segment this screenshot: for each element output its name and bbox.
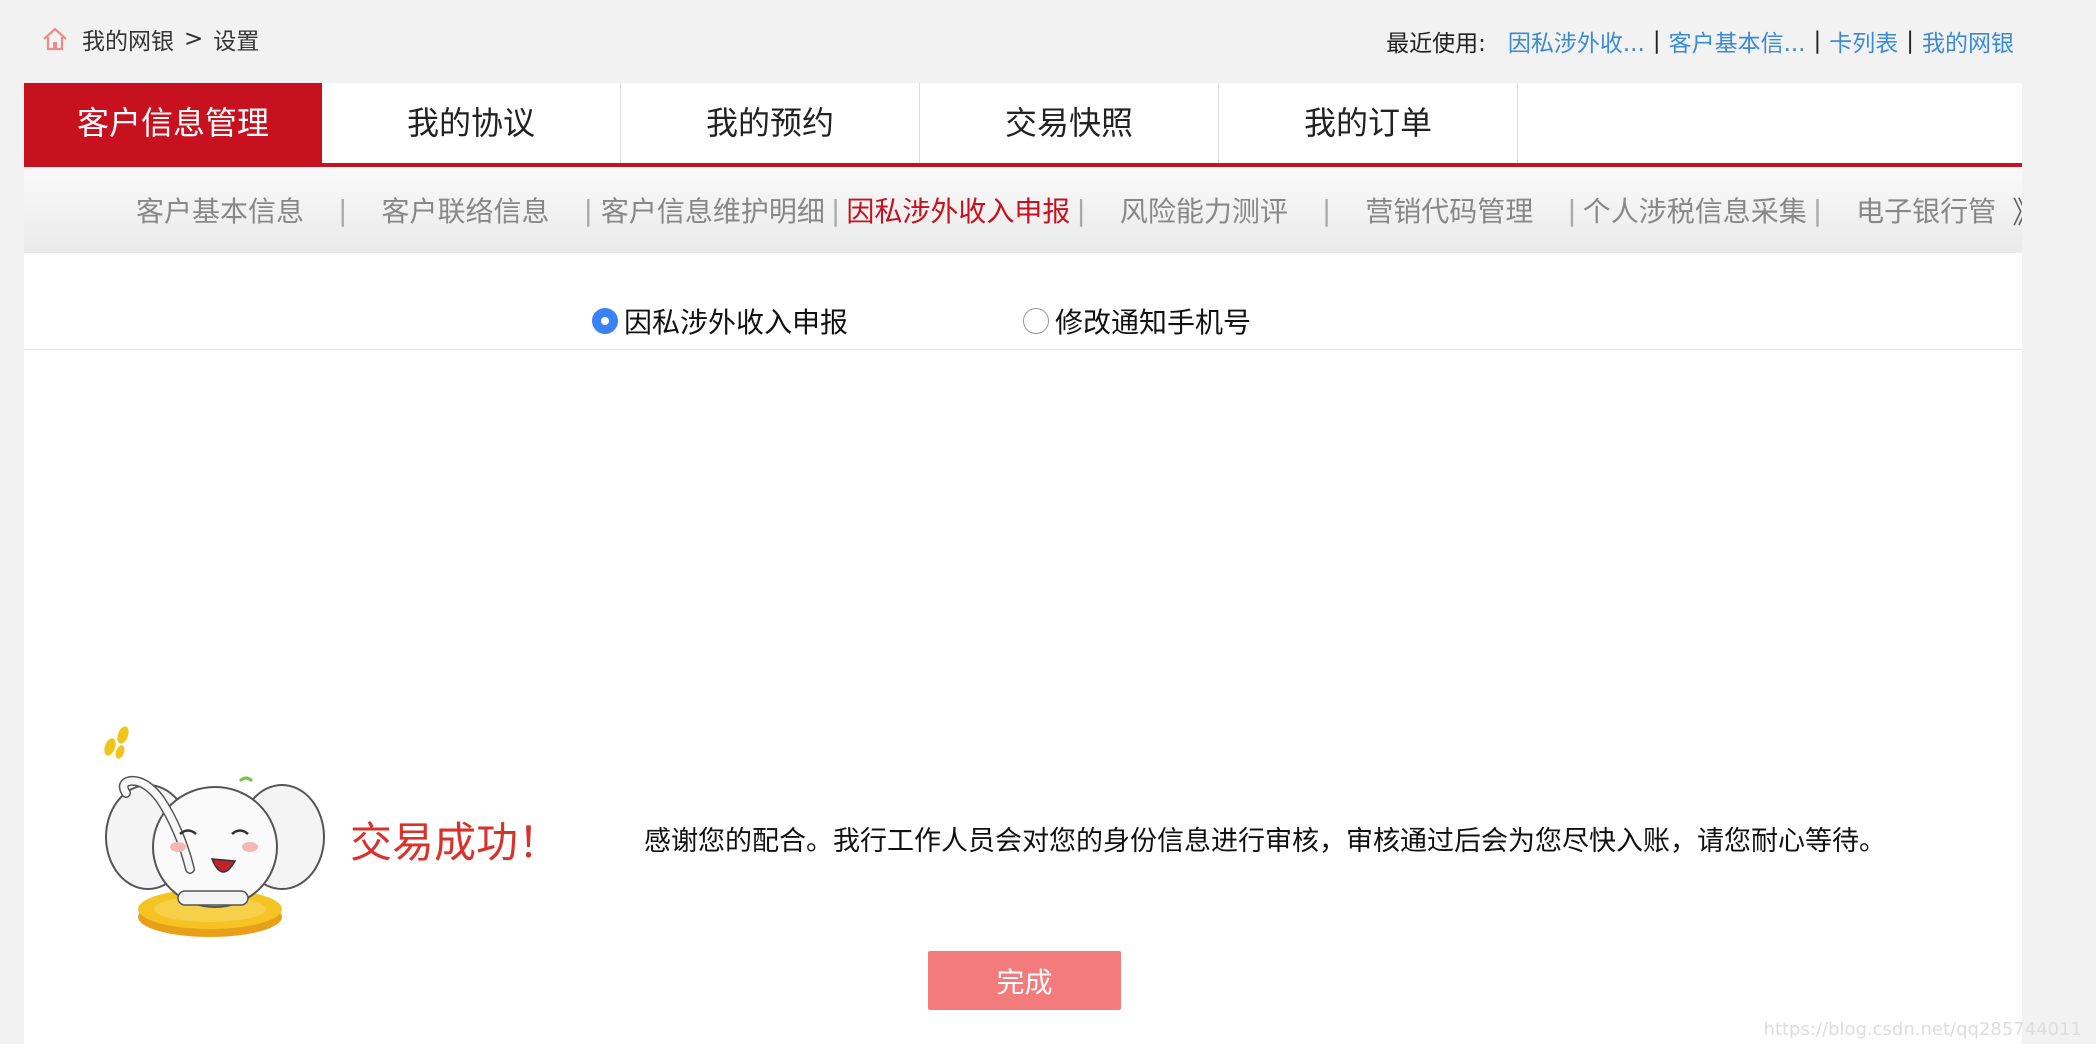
tab-customer-info[interactable]: 客户信息管理	[24, 83, 322, 163]
recent-used: 最近使用: 因私涉外收... | 客户基本信... | 卡列表 | 我的网银	[1386, 24, 2014, 58]
main-tabs: 客户信息管理 我的协议 我的预约 交易快照 我的订单	[24, 83, 2022, 167]
success-title: 交易成功！	[350, 818, 561, 867]
tab-my-orders[interactable]: 我的订单	[1219, 83, 1518, 163]
breadcrumb-separator: >	[184, 26, 204, 52]
recent-label: 最近使用:	[1386, 31, 1486, 57]
radio-label-foreign-income: 因私涉外收入申报	[624, 306, 849, 339]
subnav-item-maintenance-detail[interactable]: 客户信息维护明细	[601, 190, 825, 230]
divider: |	[1076, 193, 1086, 227]
success-message: 感谢您的配合。我行工作人员会对您的身份信息进行审核，审核通过后会为您尽快入账，请…	[644, 826, 1886, 857]
subnav-item-contact-info[interactable]: 客户联络信息	[381, 190, 549, 230]
result-area: 交易成功！ 感谢您的配合。我行工作人员会对您的身份信息进行审核，审核通过后会为您…	[24, 349, 2022, 1044]
breadcrumb-root[interactable]: 我的网银	[82, 22, 174, 56]
top-bar: 我的网银 > 设置 最近使用: 因私涉外收... | 客户基本信... | 卡列…	[0, 0, 2096, 84]
subnav-item-risk-assessment[interactable]: 风险能力测评	[1120, 190, 1288, 230]
breadcrumb: 我的网银 > 设置	[40, 22, 259, 56]
recent-link-foreign-income[interactable]: 因私涉外收...	[1508, 24, 1645, 58]
divider: |	[1812, 193, 1823, 227]
done-button[interactable]: 完成	[928, 951, 1121, 1010]
page-margin	[2022, 83, 2096, 1044]
option-selector: 因私涉外收入申报 修改通知手机号	[24, 253, 2022, 350]
tab-my-appointments[interactable]: 我的预约	[621, 83, 920, 163]
divider: |	[1652, 28, 1661, 54]
tab-my-agreements[interactable]: 我的协议	[322, 83, 621, 163]
main-panel: 客户信息管理 我的协议 我的预约 交易快照 我的订单 客户基本信息 | 客户联络…	[24, 83, 2042, 1044]
subnav-item-tax-info[interactable]: 个人涉税信息采集	[1583, 190, 1807, 230]
breadcrumb-current: 设置	[213, 29, 260, 55]
subnav-item-foreign-income[interactable]: 因私涉外收入申报	[846, 190, 1070, 230]
watermark: https://blog.csdn.net/qq285744011	[1763, 1019, 2082, 1040]
divider: |	[1321, 193, 1332, 227]
radio-foreign-income[interactable]: 因私涉外收入申报	[592, 301, 848, 341]
divider: |	[830, 193, 841, 227]
divider: |	[338, 193, 348, 227]
divider: |	[1813, 28, 1822, 54]
recent-link-customer-info[interactable]: 客户基本信...	[1669, 24, 1806, 58]
sub-navigation: 客户基本信息 | 客户联络信息 | 客户信息维护明细 | 因私涉外收入申报 | …	[24, 167, 2042, 253]
home-icon[interactable]	[40, 24, 70, 54]
tab-transaction-snapshot[interactable]: 交易快照	[920, 83, 1219, 163]
radio-unchecked-icon[interactable]	[1023, 308, 1049, 334]
radio-label-change-phone: 修改通知手机号	[1055, 306, 1252, 339]
recent-link-card-list[interactable]: 卡列表	[1829, 24, 1898, 58]
subnav-item-ebanking[interactable]: 电子银行管	[1856, 190, 1996, 230]
recent-link-my-bank[interactable]: 我的网银	[1922, 24, 2014, 58]
radio-checked-icon[interactable]	[592, 308, 618, 334]
subnav-item-marketing-code[interactable]: 营销代码管理	[1365, 190, 1533, 230]
divider: |	[1906, 28, 1914, 54]
divider: |	[1567, 193, 1577, 227]
divider: |	[583, 193, 593, 227]
radio-change-phone[interactable]: 修改通知手机号	[1023, 301, 1251, 341]
elephant-mascot-icon	[104, 726, 325, 937]
subnav-item-basic-info[interactable]: 客户基本信息	[136, 190, 304, 230]
